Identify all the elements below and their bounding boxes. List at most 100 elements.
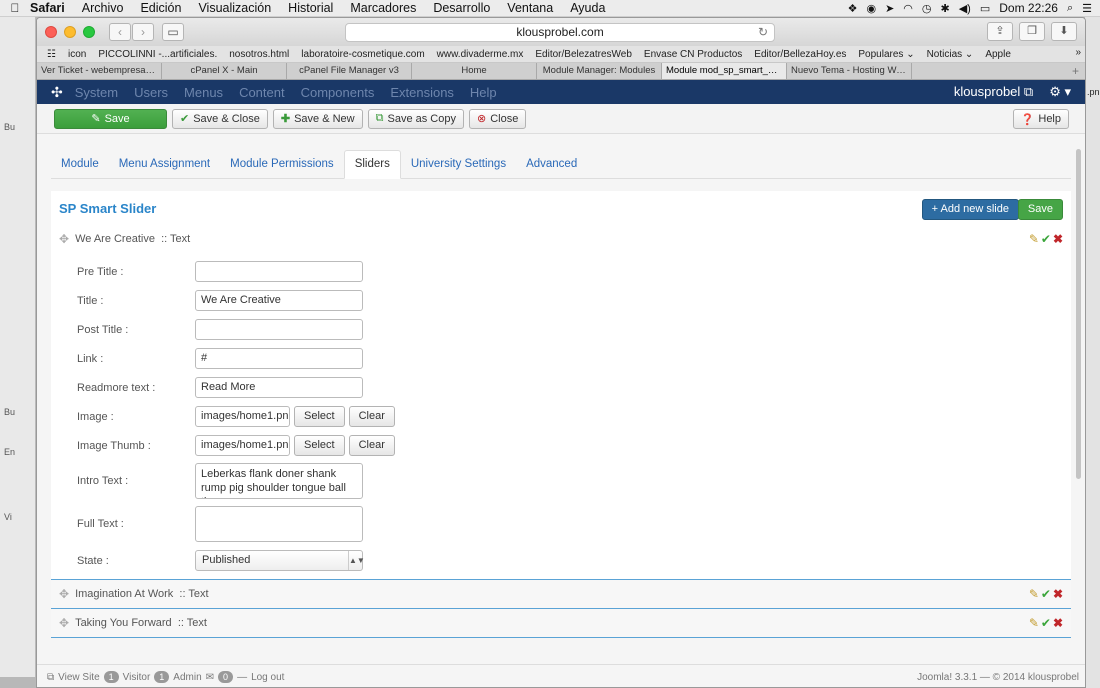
- envelope-icon[interactable]: ✉: [206, 672, 214, 683]
- menu-ayuda[interactable]: Ayuda: [570, 1, 605, 15]
- save-button[interactable]: ✎ Save: [54, 108, 167, 129]
- nav-extensions[interactable]: Extensions: [390, 85, 454, 100]
- downloads-icon[interactable]: ⬇: [1051, 22, 1077, 41]
- bookmark-item[interactable]: Editor/BellezaHoy.es: [754, 49, 846, 60]
- browser-tab[interactable]: Nuevo Tema - Hosting Wo...: [787, 63, 912, 79]
- bookmark-item[interactable]: Apple: [985, 49, 1011, 60]
- tab-menu-assignment[interactable]: Menu Assignment: [109, 158, 220, 178]
- save-new-button[interactable]: ✚ Save & New: [272, 108, 363, 129]
- spotlight-icon[interactable]: ⌕: [1067, 2, 1073, 15]
- drag-handle-icon[interactable]: ✥: [59, 616, 69, 630]
- pre-title-input[interactable]: [195, 261, 363, 282]
- tab-sliders[interactable]: Sliders: [343, 150, 401, 179]
- tab-advanced[interactable]: Advanced: [516, 158, 587, 178]
- tab-module-permissions[interactable]: Module Permissions: [220, 158, 344, 178]
- bookmark-item[interactable]: www.divaderme.mx: [437, 49, 524, 60]
- page-scrollbar[interactable]: [1076, 149, 1081, 479]
- bookmarks-grid-icon[interactable]: ☷: [47, 49, 56, 60]
- browser-tab[interactable]: Module Manager: Modules: [537, 63, 662, 79]
- menu-archivo[interactable]: Archivo: [82, 1, 124, 15]
- bookmark-item[interactable]: icon: [68, 49, 86, 60]
- slide-header[interactable]: ✥ Imagination At Work :: Text ✎ ✔ ✖: [51, 580, 1071, 608]
- joomla-logo-icon[interactable]: ✣: [51, 84, 63, 101]
- tabs-overview-icon[interactable]: ❐: [1019, 22, 1045, 41]
- bookmark-item[interactable]: Editor/BelezatresWeb: [535, 49, 632, 60]
- edit-pencil-icon[interactable]: ✎: [1029, 616, 1039, 630]
- bookmark-item[interactable]: PICCOLINNI -...artificiales.: [98, 49, 217, 60]
- forward-icon[interactable]: ›: [132, 23, 154, 41]
- site-user-link[interactable]: klousprobel ⧉: [954, 84, 1033, 100]
- browser-tab[interactable]: Home: [412, 63, 537, 79]
- sync-icon[interactable]: ◉: [866, 2, 876, 15]
- browser-tab[interactable]: cPanel File Manager v3: [287, 63, 412, 79]
- bookmark-item[interactable]: nosotros.html: [229, 49, 289, 60]
- menu-desarrollo[interactable]: Desarrollo: [433, 1, 490, 15]
- view-site-link[interactable]: View Site: [58, 672, 100, 683]
- full-text-textarea[interactable]: [195, 506, 363, 542]
- image-thumb-select-button[interactable]: Select: [294, 435, 345, 456]
- help-button[interactable]: ❓ Help: [1012, 109, 1069, 129]
- dropbox-icon[interactable]: ❖: [848, 2, 858, 15]
- slides-save-button[interactable]: Save: [1017, 199, 1063, 220]
- browser-tab[interactable]: Ver Ticket - webempresa.com: [37, 63, 162, 79]
- drag-handle-icon[interactable]: ✥: [59, 587, 69, 601]
- state-select[interactable]: Published ▲▼: [195, 550, 365, 571]
- address-bar[interactable]: klousprobel.com ↻: [345, 23, 775, 42]
- nav-content[interactable]: Content: [239, 85, 285, 100]
- slide-header[interactable]: ✥ We Are Creative :: Text ✎ ✔ ✖: [51, 225, 1071, 253]
- image-input[interactable]: images/home1.png: [195, 406, 290, 427]
- publish-check-icon[interactable]: ✔: [1041, 616, 1051, 630]
- nav-users[interactable]: Users: [134, 85, 168, 100]
- save-copy-button[interactable]: ⧉ Save as Copy: [367, 108, 464, 129]
- title-input[interactable]: We Are Creative: [195, 290, 363, 311]
- image-thumb-clear-button[interactable]: Clear: [348, 435, 395, 456]
- sidebar-icon[interactable]: ▭: [162, 23, 184, 41]
- menu-marcadores[interactable]: Marcadores: [350, 1, 416, 15]
- menu-app-name[interactable]: Safari: [30, 1, 65, 15]
- menu-edicion[interactable]: Edición: [140, 1, 181, 15]
- gear-icon[interactable]: ⚙ ▾: [1049, 84, 1071, 100]
- edit-pencil-icon[interactable]: ✎: [1029, 232, 1039, 246]
- image-clear-button[interactable]: Clear: [348, 406, 395, 427]
- menu-visualizacion[interactable]: Visualización: [198, 1, 271, 15]
- bluetooth-icon[interactable]: ✱: [941, 2, 950, 15]
- minimize-window-icon[interactable]: [64, 26, 76, 38]
- wifi-icon[interactable]: ◠: [903, 2, 913, 15]
- apple-icon[interactable]: : [0, 1, 30, 15]
- nav-help[interactable]: Help: [470, 85, 497, 100]
- browser-tab-active[interactable]: Module mod_sp_smart_slider: [662, 63, 787, 79]
- close-window-icon[interactable]: [45, 26, 57, 38]
- tab-university-settings[interactable]: University Settings: [401, 158, 516, 178]
- more-bookmarks-icon[interactable]: »: [1075, 47, 1081, 58]
- post-title-input[interactable]: [195, 319, 363, 340]
- bookmark-item[interactable]: laboratoire-cosmetique.com: [301, 49, 424, 60]
- bookmark-folder[interactable]: Noticias ⌄: [927, 49, 974, 60]
- browser-tab[interactable]: cPanel X - Main: [162, 63, 287, 79]
- menu-ventana[interactable]: Ventana: [507, 1, 553, 15]
- publish-check-icon[interactable]: ✔: [1041, 587, 1051, 601]
- delete-icon[interactable]: ✖: [1053, 587, 1063, 601]
- notification-center-icon[interactable]: ☰: [1082, 2, 1092, 15]
- volume-icon[interactable]: ◀): [959, 2, 971, 15]
- battery-icon[interactable]: ▭: [980, 2, 990, 15]
- save-close-button[interactable]: ✔ Save & Close: [172, 108, 268, 129]
- bookmark-item[interactable]: Envase CN Productos: [644, 49, 742, 60]
- zoom-window-icon[interactable]: [83, 26, 95, 38]
- slide-header[interactable]: ✥ Taking You Forward :: Text ✎ ✔ ✖: [51, 609, 1071, 637]
- message-count-badge[interactable]: 0: [218, 671, 234, 683]
- menu-historial[interactable]: Historial: [288, 1, 333, 15]
- readmore-input[interactable]: Read More: [195, 377, 363, 398]
- image-thumb-input[interactable]: images/home1.png: [195, 435, 290, 456]
- reload-icon[interactable]: ↻: [758, 24, 768, 41]
- add-slide-button[interactable]: + Add new slide: [921, 199, 1019, 220]
- delete-icon[interactable]: ✖: [1053, 616, 1063, 630]
- intro-text-textarea[interactable]: Leberkas flank doner shank rump pig shou…: [195, 463, 363, 499]
- drag-handle-icon[interactable]: ✥: [59, 232, 69, 246]
- tab-module[interactable]: Module: [51, 158, 109, 178]
- publish-check-icon[interactable]: ✔: [1041, 232, 1051, 246]
- bookmark-folder[interactable]: Populares ⌄: [858, 49, 914, 60]
- back-icon[interactable]: ‹: [109, 23, 131, 41]
- time-machine-icon[interactable]: ◷: [922, 2, 932, 15]
- nav-components[interactable]: Components: [301, 85, 375, 100]
- edit-pencil-icon[interactable]: ✎: [1029, 587, 1039, 601]
